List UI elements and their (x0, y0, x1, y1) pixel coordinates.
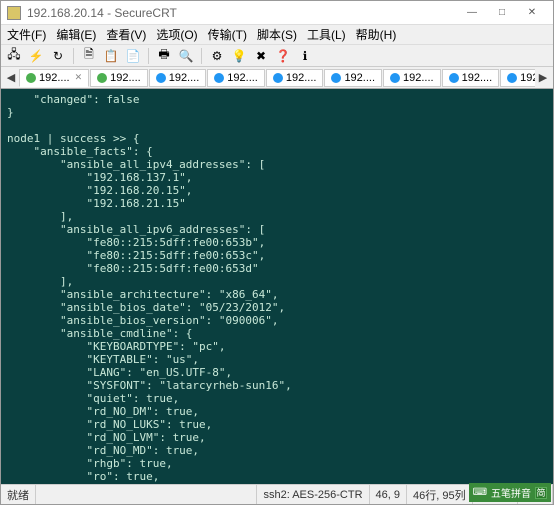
info-icon (507, 73, 517, 83)
tab-scroll-right[interactable]: ▶ (535, 71, 551, 84)
maximize-button[interactable]: □ (487, 3, 517, 23)
tab-session-5[interactable]: 192.... (324, 69, 382, 87)
settings-icon[interactable]: ⚙ (208, 47, 226, 65)
tab-session-7[interactable]: 192.... (442, 69, 500, 87)
tab-label: 192.... (39, 72, 70, 84)
menu-file[interactable]: 文件(F) (7, 26, 46, 43)
terminal[interactable]: "changed": false } node1 | success >> { … (1, 89, 553, 484)
tab-label: 192.... (403, 72, 434, 84)
menu-help[interactable]: 帮助(H) (356, 26, 397, 43)
info-icon (449, 73, 459, 83)
connected-icon (97, 73, 107, 83)
minimize-button[interactable]: — (457, 3, 487, 23)
menu-view[interactable]: 查看(V) (106, 26, 146, 43)
status-ssh: ssh2: AES-256-CTR (257, 485, 369, 504)
paste-icon[interactable]: 📄 (124, 47, 142, 65)
tab-label: 192.... (520, 72, 535, 84)
tab-label: 192.... (286, 72, 317, 84)
status-rowcol: 46行, 95列 (407, 485, 473, 504)
menu-edit[interactable]: 编辑(E) (56, 26, 96, 43)
tab-label: 192.... (344, 72, 375, 84)
info-icon (156, 73, 166, 83)
print-icon[interactable]: 🖶 (155, 47, 173, 65)
ime-label: 五笔拼音 (491, 485, 531, 500)
titlebar: 192.168.20.14 - SecureCRT — □ ✕ (1, 1, 553, 25)
tab-session-4[interactable]: 192.... (266, 69, 324, 87)
new-icon[interactable]: 🗎 (80, 47, 98, 65)
toolbar: 🖧 ⚡ ↻ 🗎 📋 📄 🖶 🔍 ⚙ 💡 ✖ ❓ ℹ (1, 45, 553, 67)
tab-session-6[interactable]: 192.... (383, 69, 441, 87)
info-icon (390, 73, 400, 83)
tab-label: 192.... (462, 72, 493, 84)
menu-script[interactable]: 脚本(S) (257, 26, 297, 43)
tab-session-0[interactable]: 192.... ✕ (19, 69, 89, 87)
ime-btn1[interactable]: 简 (535, 487, 547, 499)
window-title: 192.168.20.14 - SecureCRT (27, 6, 177, 20)
menu-options[interactable]: 选项(O) (156, 26, 197, 43)
tab-close-icon[interactable]: ✕ (75, 72, 83, 83)
tab-label: 192.... (110, 72, 141, 84)
tab-label: 192.... (227, 72, 258, 84)
help-icon[interactable]: ❓ (274, 47, 292, 65)
light-icon[interactable]: 💡 (230, 47, 248, 65)
ime-indicator[interactable]: ⌨五笔拼音 简 (469, 483, 551, 502)
status-ready: 就绪 (1, 485, 36, 504)
info-icon (331, 73, 341, 83)
tab-session-3[interactable]: 192.... (207, 69, 265, 87)
app-icon (7, 6, 21, 20)
tab-scroll-left[interactable]: ◀ (3, 71, 19, 84)
tab-label: 192.... (169, 72, 200, 84)
quick-connect-icon[interactable]: ⚡ (27, 47, 45, 65)
find-icon[interactable]: 🔍 (177, 47, 195, 65)
tab-session-1[interactable]: 192.... (90, 69, 148, 87)
reconnect-icon[interactable]: ↻ (49, 47, 67, 65)
status-pos: 46, 9 (370, 485, 407, 504)
tab-session-2[interactable]: 192.... (149, 69, 207, 87)
about-icon[interactable]: ℹ (296, 47, 314, 65)
copy-icon[interactable]: 📋 (102, 47, 120, 65)
connect-icon[interactable]: 🖧 (5, 47, 23, 65)
tabbar: ◀ 192....✕192....192....192....192....19… (1, 67, 553, 89)
tab-session-8[interactable]: 192.... (500, 69, 535, 87)
menu-transfer[interactable]: 传输(T) (208, 26, 247, 43)
info-icon (214, 73, 224, 83)
connected-icon (26, 73, 36, 83)
info-icon (273, 73, 283, 83)
x-icon[interactable]: ✖ (252, 47, 270, 65)
close-button[interactable]: ✕ (517, 3, 547, 23)
menubar: 文件(F) 编辑(E) 查看(V) 选项(O) 传输(T) 脚本(S) 工具(L… (1, 25, 553, 45)
menu-tools[interactable]: 工具(L) (307, 26, 346, 43)
